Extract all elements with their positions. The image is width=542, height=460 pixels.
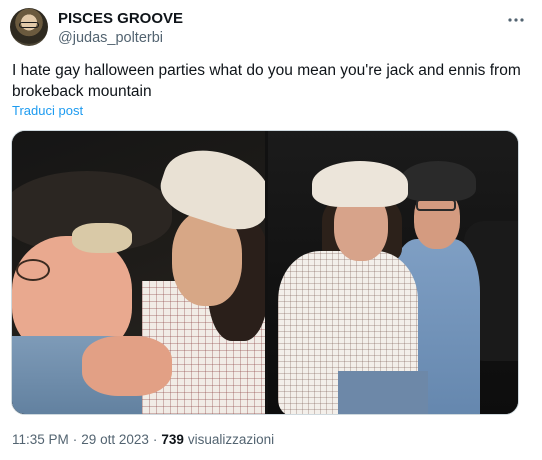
photo-shape — [312, 161, 408, 207]
photo-shape — [72, 223, 132, 253]
avatar[interactable] — [10, 8, 48, 46]
avatar-glasses — [19, 22, 39, 28]
author-names: PISCES GROOVE @judas_polterbi — [58, 10, 183, 47]
photo-shape — [400, 161, 476, 201]
author-display-name[interactable]: PISCES GROOVE — [58, 10, 183, 28]
tweet-card: PISCES GROOVE @judas_polterbi I hate gay… — [0, 0, 542, 460]
meta-separator: · — [152, 432, 158, 447]
tweet-meta: 11:35 PM · 29 ott 2023 · 739 visualizzaz… — [12, 432, 274, 447]
tweet-header: PISCES GROOVE @judas_polterbi — [10, 8, 530, 48]
media-grid — [11, 130, 519, 415]
photo-shape — [338, 371, 428, 414]
views-label: visualizzazioni — [187, 432, 275, 447]
photo-2[interactable] — [268, 131, 518, 414]
author-handle[interactable]: @judas_polterbi — [58, 29, 183, 47]
photo-1[interactable] — [12, 131, 265, 414]
views-count: 739 — [161, 432, 184, 447]
photo-shape — [82, 336, 172, 396]
tweet-date[interactable]: 29 ott 2023 — [81, 432, 149, 447]
translate-post-link[interactable]: Traduci post — [12, 103, 83, 118]
photo-shape — [16, 259, 50, 281]
more-options-icon[interactable] — [504, 12, 528, 28]
meta-separator: · — [72, 432, 78, 447]
tweet-time[interactable]: 11:35 PM — [12, 432, 69, 447]
tweet-text: I hate gay halloween parties what do you… — [12, 62, 521, 100]
